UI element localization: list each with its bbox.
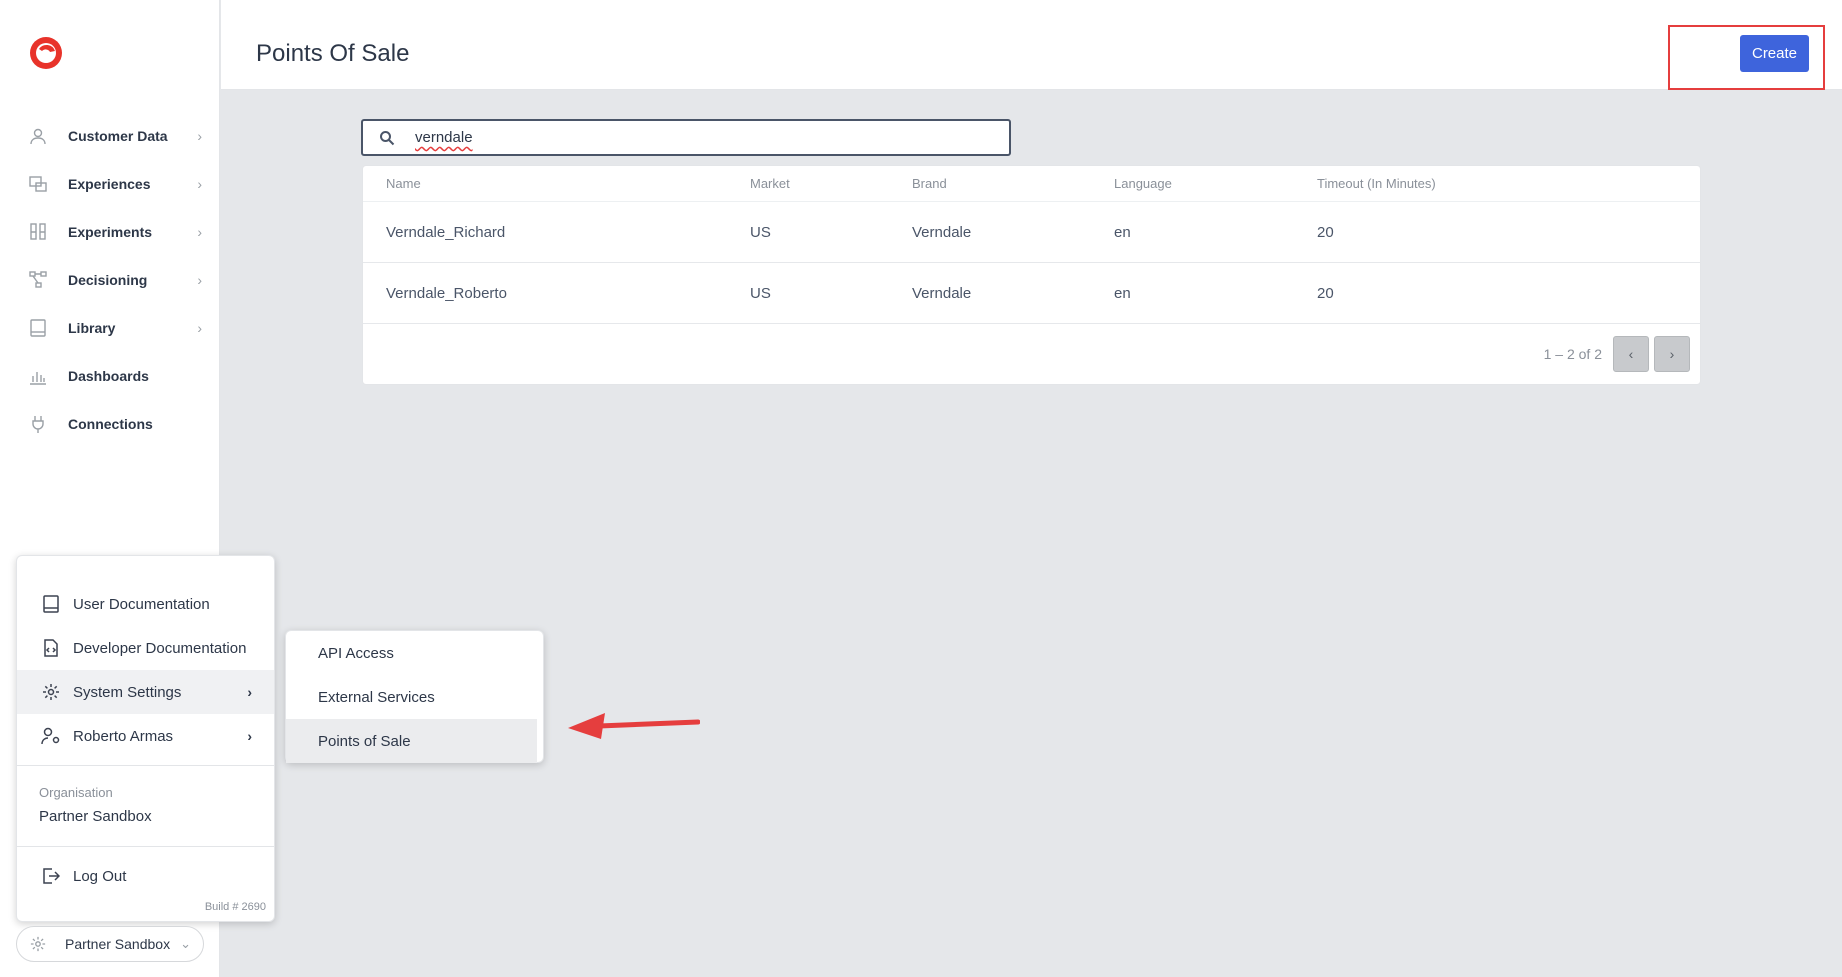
user-settings-icon: [41, 726, 61, 746]
submenu-item-api-access[interactable]: API Access: [286, 631, 537, 675]
cell-market: US: [750, 284, 771, 302]
account-menu: User Documentation Developer Documentati…: [16, 555, 275, 922]
chevron-right-icon: ›: [1669, 346, 1675, 362]
system-settings-submenu: API Access External Services Points of S…: [285, 630, 544, 763]
sidebar-item-experiences[interactable]: Experiences ›: [0, 160, 220, 208]
screens-icon: [28, 174, 48, 194]
cell-language: en: [1114, 223, 1131, 241]
cell-timeout: 20: [1317, 284, 1334, 302]
cell-brand: Verndale: [912, 284, 972, 302]
chevron-right-icon: ›: [247, 684, 252, 700]
chevron-right-icon: ›: [197, 224, 202, 240]
chevron-right-icon: ›: [197, 320, 202, 336]
sidebar-item-label: Dashboards: [68, 368, 149, 384]
organisation-name: Partner Sandbox: [39, 808, 152, 825]
book-icon: [28, 318, 48, 338]
menu-item-user-account[interactable]: Roberto Armas ›: [17, 714, 274, 758]
column-header-timeout[interactable]: Timeout (In Minutes): [1317, 176, 1436, 191]
next-page-button[interactable]: ›: [1654, 336, 1690, 372]
sidebar-item-experiments[interactable]: Experiments ›: [0, 208, 220, 256]
menu-item-system-settings[interactable]: System Settings ›: [17, 670, 274, 714]
pagination: 1 – 2 of 2 ‹ ›: [1544, 336, 1690, 372]
flask-icon: [28, 222, 48, 242]
sidebar-item-customer-data[interactable]: Customer Data ›: [0, 112, 220, 160]
cell-market: US: [750, 223, 771, 241]
previous-page-button[interactable]: ‹: [1613, 336, 1649, 372]
menu-item-label: Log Out: [73, 867, 127, 885]
menu-item-label: System Settings: [73, 683, 182, 701]
chevron-right-icon: ›: [197, 128, 202, 144]
sidebar-item-label: Experiences: [68, 176, 151, 192]
menu-item-log-out[interactable]: Log Out: [17, 854, 274, 898]
sidebar-item-label: Customer Data: [68, 128, 168, 144]
chevron-right-icon: ›: [247, 728, 252, 744]
search-input[interactable]: verndale: [361, 119, 1011, 156]
menu-item-label: Roberto Armas: [73, 727, 174, 745]
gear-icon: [41, 682, 61, 702]
sidebar-item-label: Decisioning: [68, 272, 148, 288]
flow-icon: [28, 270, 48, 290]
menu-divider: [17, 846, 274, 847]
sidebar-item-label: Experiments: [68, 224, 153, 240]
column-header-brand[interactable]: Brand: [912, 176, 947, 191]
sidebar-item-label: Connections: [68, 416, 153, 432]
person-icon: [28, 126, 48, 146]
table-header: Name Market Brand Language Timeout (In M…: [363, 166, 1700, 202]
organisation-label: Organisation: [39, 785, 113, 800]
chart-icon: [28, 366, 48, 386]
book-icon: [41, 594, 61, 614]
submenu-item-external-services[interactable]: External Services: [286, 675, 537, 719]
code-file-icon: [41, 638, 61, 658]
workspace-selector[interactable]: Partner Sandbox ⌄: [16, 926, 204, 962]
page-title: Points Of Sale: [256, 40, 410, 67]
cell-name: Verndale_Richard: [386, 223, 506, 241]
cell-brand: Verndale: [912, 223, 972, 241]
sidebar-item-connections[interactable]: Connections: [0, 400, 220, 448]
search-icon: [380, 130, 395, 145]
cell-name: Verndale_Roberto: [386, 284, 507, 302]
menu-item-label: User Documentation: [73, 595, 210, 613]
annotation-arrow: [568, 713, 700, 739]
gear-icon: [29, 935, 47, 953]
pagination-range: 1 – 2 of 2: [1543, 346, 1602, 362]
sidebar-nav: Customer Data › Experiences › Experiment…: [0, 112, 220, 448]
cell-language: en: [1114, 284, 1131, 302]
menu-item-label: Developer Documentation: [73, 639, 247, 657]
annotation-highlight-box: [1668, 25, 1825, 90]
chevron-left-icon: ‹: [1628, 346, 1634, 362]
plug-icon: [28, 414, 48, 434]
page-header: Points Of Sale Create: [221, 0, 1842, 90]
search-value: verndale: [415, 129, 473, 146]
column-header-market[interactable]: Market: [750, 176, 790, 191]
table-row[interactable]: Verndale_Roberto US Verndale en 20: [363, 263, 1700, 324]
menu-divider: [17, 765, 274, 766]
menu-item-developer-documentation[interactable]: Developer Documentation: [17, 626, 274, 670]
sidebar-item-dashboards[interactable]: Dashboards: [0, 352, 220, 400]
submenu-item-points-of-sale[interactable]: Points of Sale: [286, 719, 537, 763]
column-header-name[interactable]: Name: [386, 176, 421, 191]
logout-icon: [41, 866, 61, 886]
sidebar-item-label: Library: [68, 320, 116, 336]
chevron-right-icon: ›: [197, 272, 202, 288]
build-number: Build # 2690: [204, 901, 266, 913]
menu-item-user-documentation[interactable]: User Documentation: [17, 582, 274, 626]
column-header-language[interactable]: Language: [1114, 176, 1172, 191]
sidebar-item-library[interactable]: Library ›: [0, 304, 220, 352]
table-row[interactable]: Verndale_Richard US Verndale en 20: [363, 202, 1700, 263]
chevron-down-icon: ⌄: [180, 936, 191, 951]
points-of-sale-table: Name Market Brand Language Timeout (In M…: [362, 165, 1701, 385]
app-logo[interactable]: [28, 35, 64, 71]
workspace-label: Partner Sandbox: [65, 936, 171, 952]
cell-timeout: 20: [1317, 223, 1334, 241]
sidebar-item-decisioning[interactable]: Decisioning ›: [0, 256, 220, 304]
chevron-right-icon: ›: [197, 176, 202, 192]
